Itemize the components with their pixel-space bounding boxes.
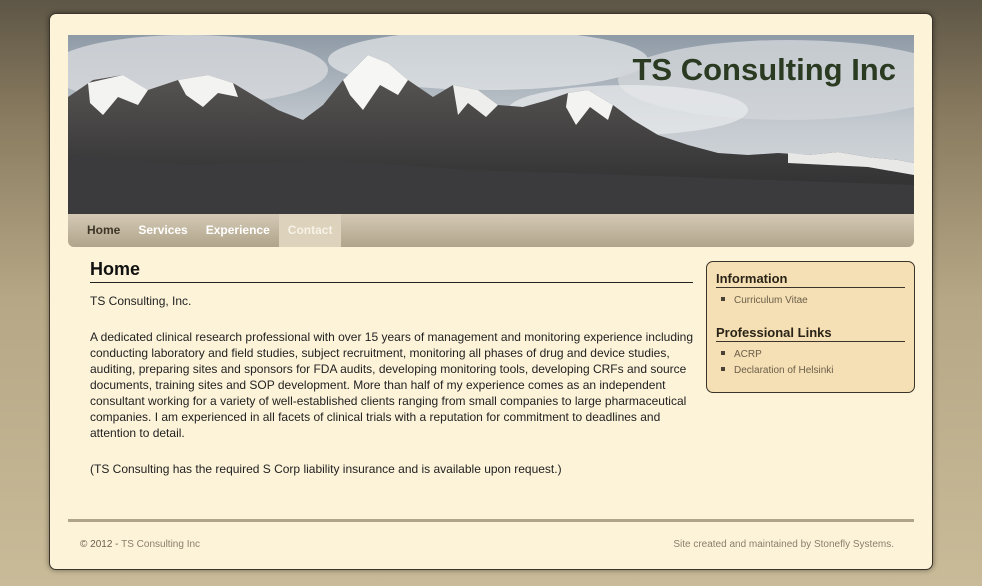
main-content: Home TS Consulting, Inc. A dedicated cli… [90, 259, 693, 477]
insurance-note: (TS Consulting has the required S Corp l… [90, 462, 562, 476]
acrp-link[interactable]: ACRP [734, 349, 762, 360]
body-text: A dedicated clinical research profession… [90, 330, 694, 440]
nav-home[interactable]: Home [78, 214, 129, 247]
footer-divider [68, 519, 914, 522]
bullet-icon [721, 351, 725, 356]
nav-contact[interactable]: Contact [278, 214, 342, 247]
nav-experience[interactable]: Experience [197, 214, 279, 247]
nav-services[interactable]: Services [129, 214, 196, 247]
sidebar: Information Curriculum Vitae Professiona… [706, 261, 915, 393]
professional-links-heading: Professional Links [716, 325, 905, 342]
bullet-icon [721, 367, 725, 372]
main-nav: Home Services Experience Contact [68, 214, 914, 247]
information-heading: Information [716, 271, 905, 288]
list-item: ACRP [721, 347, 905, 363]
footer-company-link[interactable]: TS Consulting Inc [121, 539, 200, 550]
professional-links-list: ACRP Declaration of Helsinki [716, 347, 905, 379]
intro-text: TS Consulting, Inc. [90, 294, 192, 308]
curriculum-vitae-link[interactable]: Curriculum Vitae [734, 295, 808, 306]
footer-copyright: © 2012 - TS Consulting Inc [80, 539, 200, 550]
list-item: Curriculum Vitae [721, 293, 905, 309]
page-title: Home [90, 259, 693, 283]
site-title[interactable]: TS Consulting Inc [633, 52, 897, 88]
copyright-text: © 2012 - [80, 539, 122, 550]
declaration-of-helsinki-link[interactable]: Declaration of Helsinki [734, 365, 834, 376]
page-container: TS Consulting Inc Home Services Experien… [49, 13, 933, 570]
list-item: Declaration of Helsinki [721, 363, 905, 379]
bullet-icon [721, 297, 725, 302]
footer-credit[interactable]: Site created and maintained by Stonefly … [673, 539, 894, 550]
information-list: Curriculum Vitae [716, 293, 905, 309]
header-banner: TS Consulting Inc [68, 35, 914, 214]
